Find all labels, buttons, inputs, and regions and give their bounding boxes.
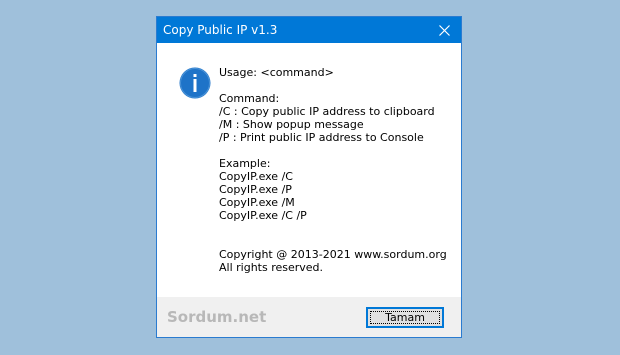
message-dialog: Copy Public IP v1.3 Usage: <command> Comm… <box>156 16 462 338</box>
message-line: CopyIP.exe /M <box>219 196 295 209</box>
message-line: All rights reserved. <box>219 261 324 274</box>
message-text: Usage: <command> Command:/C : Copy public… <box>219 66 455 274</box>
brand-watermark: Sordum.net <box>167 308 267 326</box>
message-line: /M : Show popup message <box>219 118 364 131</box>
window-title: Copy Public IP v1.3 <box>163 23 278 37</box>
close-button[interactable] <box>427 17 461 43</box>
message-line: /P : Print public IP address to Console <box>219 131 424 144</box>
message-line: CopyIP.exe /P <box>219 183 292 196</box>
message-line: Usage: <command> <box>219 66 334 79</box>
close-icon <box>438 24 450 36</box>
message-line: Command: <box>219 92 280 105</box>
dialog-content: Usage: <command> Command:/C : Copy public… <box>157 43 461 297</box>
dialog-footer: Sordum.net Tamam <box>157 297 461 337</box>
ok-button[interactable]: Tamam <box>366 307 444 328</box>
message-line: Example: <box>219 157 271 170</box>
message-line: /C : Copy public IP address to clipboard <box>219 105 435 118</box>
info-icon <box>179 67 211 99</box>
message-line: CopyIP.exe /C /P <box>219 209 307 222</box>
message-line: Copyright @ 2013-2021 www.sordum.org <box>219 248 447 261</box>
ok-button-label: Tamam <box>385 311 425 324</box>
message-line: CopyIP.exe /C <box>219 170 293 183</box>
title-bar[interactable]: Copy Public IP v1.3 <box>157 17 461 43</box>
